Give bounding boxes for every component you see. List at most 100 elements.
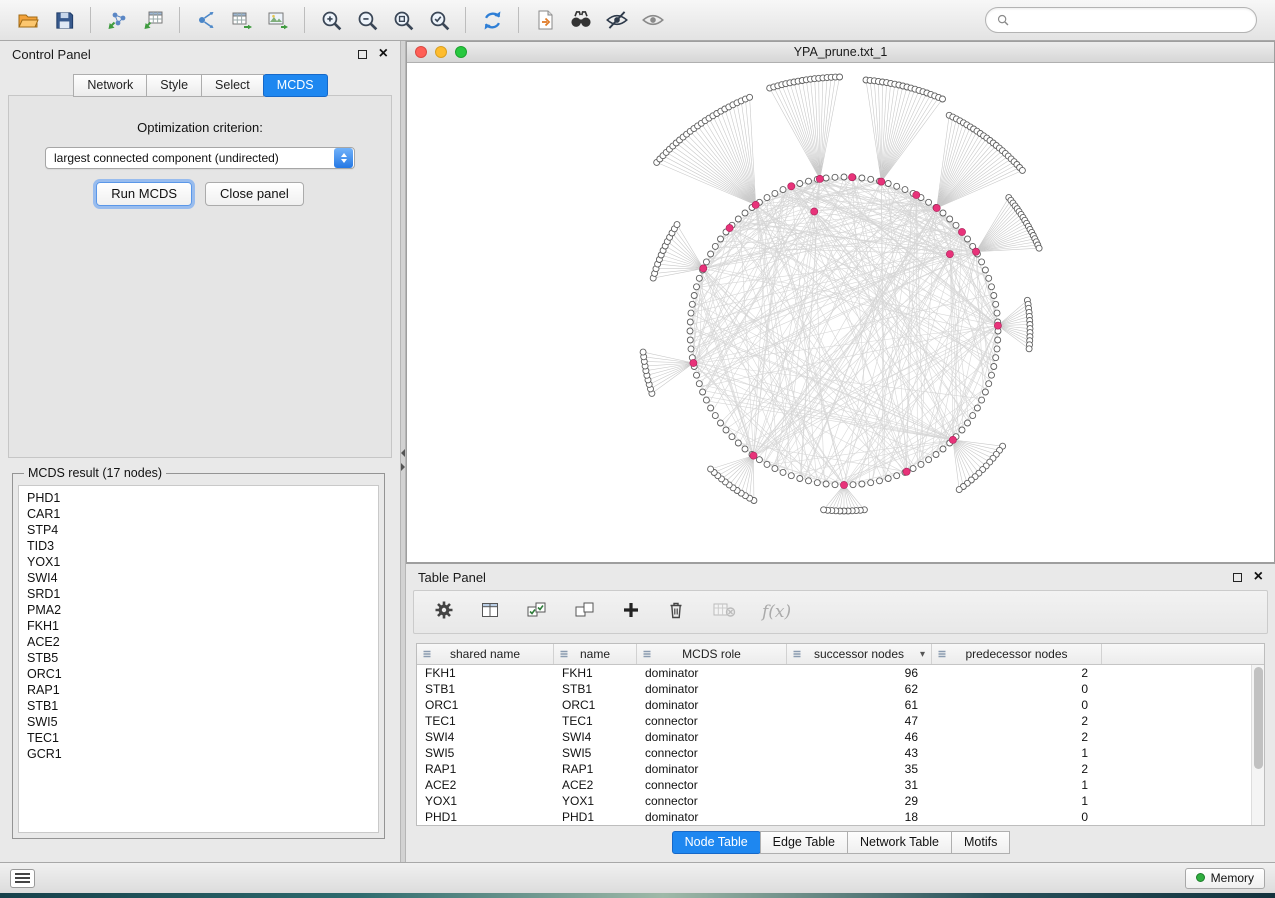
table-row[interactable]: ACE2ACE2connector311 [417,777,1264,793]
chevron-down-icon[interactable]: ▾ [920,649,925,660]
hide-selected-button[interactable] [599,4,635,36]
cell-predecessor-nodes: 0 [932,682,1102,696]
column-header-predecessor-nodes[interactable]: predecessor nodes [932,644,1102,664]
select-all-button[interactable] [526,600,548,625]
function-builder-button[interactable]: f(x) [762,602,791,622]
mcds-result-item[interactable]: PHD1 [27,490,370,506]
tab-network[interactable]: Network [73,74,147,97]
delete-table-button[interactable] [712,601,736,624]
mcds-result-item[interactable]: STB1 [27,698,370,714]
export-image-button[interactable] [260,4,296,36]
table-row[interactable]: YOX1YOX1connector291 [417,793,1264,809]
mcds-result-item[interactable]: ORC1 [27,666,370,682]
window-minimize-icon[interactable] [435,46,447,58]
zoom-out-button[interactable] [349,4,385,36]
cell-successor-nodes: 61 [787,698,932,712]
table-row[interactable]: ORC1ORC1dominator610 [417,697,1264,713]
zoom-fit-button[interactable] [385,4,421,36]
panel-menu-button[interactable] [10,869,35,888]
mcds-result-item[interactable]: SWI4 [27,570,370,586]
collapse-right-icon[interactable] [401,463,405,471]
tab-mcds[interactable]: MCDS [263,74,328,97]
import-network-button[interactable] [99,4,135,36]
window-close-icon[interactable] [415,46,427,58]
column-header-shared-name[interactable]: shared name [417,644,554,664]
cell-name: SWI4 [554,730,637,744]
table-row[interactable]: SWI5SWI5connector431 [417,745,1264,761]
create-column-button[interactable] [622,601,640,624]
mcds-result-item[interactable]: STP4 [27,522,370,538]
save-session-button[interactable] [46,4,82,36]
mcds-result-item[interactable]: PMA2 [27,602,370,618]
float-panel-icon[interactable] [358,50,367,59]
show-column-button[interactable] [480,600,500,625]
import-table-button[interactable] [135,4,171,36]
export-table-button[interactable] [224,4,260,36]
float-panel-icon[interactable] [1233,573,1242,582]
show-hidden-button[interactable] [635,4,671,36]
mcds-result-item[interactable]: RAP1 [27,682,370,698]
mcds-result-item[interactable]: TID3 [27,538,370,554]
mcds-result-item[interactable]: ACE2 [27,634,370,650]
mcds-result-list[interactable]: PHD1CAR1STP4TID3YOX1SWI4SRD1PMA2FKH1ACE2… [18,485,379,833]
mcds-result-item[interactable]: CAR1 [27,506,370,522]
mcds-result-item[interactable]: FKH1 [27,618,370,634]
table-settings-button[interactable] [434,600,454,625]
criterion-select[interactable]: largest connected component (undirected) [45,147,355,169]
search-field[interactable] [985,7,1257,33]
cell-name: RAP1 [554,762,637,776]
column-header-name[interactable]: name [554,644,637,664]
network-canvas[interactable] [407,63,1274,562]
table-row[interactable]: TEC1TEC1connector472 [417,713,1264,729]
mcds-result-item[interactable]: TEC1 [27,730,370,746]
find-button[interactable] [563,4,599,36]
run-mcds-button[interactable]: Run MCDS [96,182,192,206]
collapse-left-icon[interactable] [401,449,405,457]
cell-successor-nodes: 47 [787,714,932,728]
delete-column-button[interactable] [666,600,686,625]
mcds-result-item[interactable]: STB5 [27,650,370,666]
export-network-button[interactable] [188,4,224,36]
close-panel-icon[interactable]: × [1254,571,1263,583]
scrollbar-thumb[interactable] [1254,667,1263,769]
table-header-row: shared namenameMCDS rolesuccessor nodes▾… [417,644,1264,665]
mcds-result-item[interactable]: YOX1 [27,554,370,570]
tab-style[interactable]: Style [146,74,202,97]
document-share-icon [533,8,557,32]
table-row[interactable]: RAP1RAP1dominator352 [417,761,1264,777]
clone-network-button[interactable] [527,4,563,36]
column-menu-icon[interactable] [792,649,802,659]
cell-MCDS-role: dominator [637,762,787,776]
deselect-all-button[interactable] [574,600,596,625]
table-row[interactable]: PHD1PHD1dominator180 [417,809,1264,825]
memory-button[interactable]: Memory [1185,868,1265,889]
table-row[interactable]: STB1STB1dominator620 [417,681,1264,697]
open-file-button[interactable] [10,4,46,36]
tab-motifs[interactable]: Motifs [951,831,1010,854]
mcds-result-item[interactable]: SRD1 [27,586,370,602]
tab-select[interactable]: Select [201,74,264,97]
column-menu-icon[interactable] [642,649,652,659]
column-menu-icon[interactable] [422,649,432,659]
column-menu-icon[interactable] [937,649,947,659]
apply-layout-button[interactable] [474,4,510,36]
tab-network-table[interactable]: Network Table [847,831,952,854]
table-scrollbar[interactable] [1251,665,1264,825]
close-panel-button[interactable]: Close panel [205,182,304,206]
window-maximize-icon[interactable] [455,46,467,58]
column-menu-icon[interactable] [559,649,569,659]
zoom-in-button[interactable] [313,4,349,36]
network-window-titlebar[interactable]: YPA_prune.txt_1 [407,42,1274,63]
table-row[interactable]: SWI4SWI4dominator462 [417,729,1264,745]
column-header-successor-nodes[interactable]: successor nodes▾ [787,644,932,664]
tab-node-table[interactable]: Node Table [672,831,761,854]
column-header-MCDS-role[interactable]: MCDS role [637,644,787,664]
zoom-selected-button[interactable] [421,4,457,36]
mcds-result-item[interactable]: SWI5 [27,714,370,730]
search-input[interactable] [1016,13,1246,27]
export-network-icon [194,8,218,32]
table-row[interactable]: FKH1FKH1dominator962 [417,665,1264,681]
tab-edge-table[interactable]: Edge Table [760,831,848,854]
mcds-result-item[interactable]: GCR1 [27,746,370,762]
close-panel-icon[interactable]: × [379,48,388,60]
